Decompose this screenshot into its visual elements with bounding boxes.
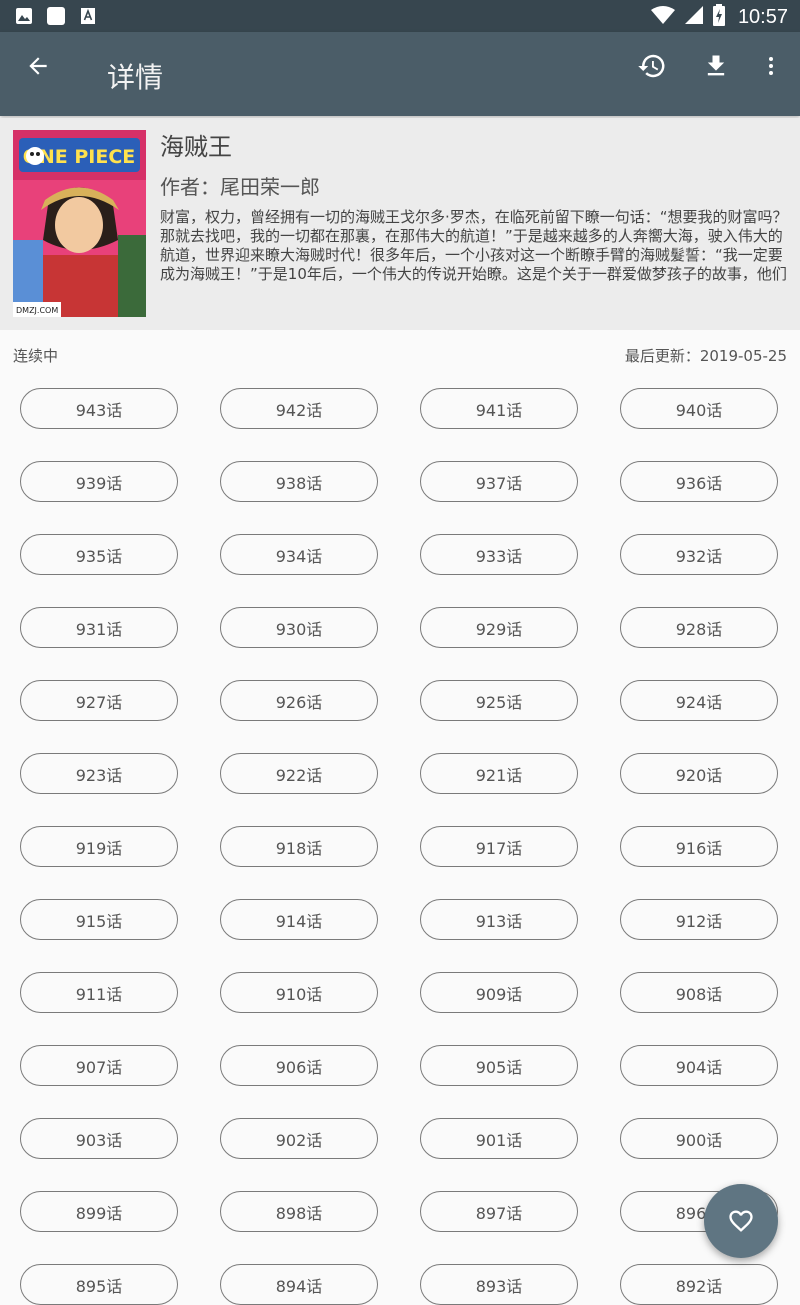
chapter-button[interactable]: 939话	[20, 461, 178, 502]
chapter-button[interactable]: 912话	[620, 899, 778, 940]
serial-status: 连续中	[13, 347, 59, 365]
chapter-button[interactable]: 906话	[220, 1045, 378, 1086]
back-button[interactable]	[18, 46, 58, 86]
chapter-button[interactable]: 927话	[20, 680, 178, 721]
chapter-button[interactable]: 894话	[220, 1264, 378, 1305]
chapter-button[interactable]: 931话	[20, 607, 178, 648]
download-button[interactable]	[696, 46, 736, 86]
chapter-button[interactable]: 898话	[220, 1191, 378, 1232]
chapter-button[interactable]: 913话	[420, 899, 578, 940]
chapter-button[interactable]: 941话	[420, 388, 578, 429]
chapter-button[interactable]: 929话	[420, 607, 578, 648]
signal-icon	[684, 5, 704, 30]
chapter-button[interactable]: 935话	[20, 534, 178, 575]
chapter-button[interactable]: 930话	[220, 607, 378, 648]
notification-icons	[14, 6, 98, 26]
comic-description: 财富，权力，曾经拥有一切的海贼王戈尔多·罗杰，在临死前留下瞭一句话：“想要我的财…	[160, 208, 788, 283]
chapter-button[interactable]: 921话	[420, 753, 578, 794]
chapter-button[interactable]: 905话	[420, 1045, 578, 1086]
chapter-button[interactable]: 919话	[20, 826, 178, 867]
chapter-button[interactable]: 899话	[20, 1191, 178, 1232]
chapter-button[interactable]: 936话	[620, 461, 778, 502]
chapter-button[interactable]: 897话	[420, 1191, 578, 1232]
cover-image[interactable]: ONE PIECE DMZJ.COM	[13, 130, 146, 317]
comic-info: 海贼王 作者：尾田荣一郎 财富，权力，曾经拥有一切的海贼王戈尔多·罗杰，在临死前…	[160, 132, 788, 284]
comic-author: 作者：尾田荣一郎	[160, 175, 320, 199]
chapter-button[interactable]: 938话	[220, 461, 378, 502]
chapter-button[interactable]: 924话	[620, 680, 778, 721]
heart-outline-icon	[729, 1210, 753, 1232]
chapter-button[interactable]: 909话	[420, 972, 578, 1013]
chapter-button[interactable]: 917话	[420, 826, 578, 867]
chapter-button[interactable]: 907话	[20, 1045, 178, 1086]
status-bar: 10:57	[0, 0, 800, 32]
favorite-fab[interactable]	[704, 1184, 778, 1258]
chapter-button[interactable]: 915话	[20, 899, 178, 940]
chapter-button[interactable]: 932话	[620, 534, 778, 575]
chapter-button[interactable]: 922话	[220, 753, 378, 794]
image-icon	[14, 6, 34, 26]
text-icon	[78, 6, 98, 26]
chapter-button[interactable]: 916话	[620, 826, 778, 867]
cover-watermark: DMZJ.COM	[16, 306, 58, 315]
chapter-button[interactable]: 892话	[620, 1264, 778, 1305]
battery-icon	[712, 4, 726, 31]
system-icons: 10:57	[650, 4, 788, 31]
comic-header: ONE PIECE DMZJ.COM 海贼王 作者：尾田荣一郎 财富，权力，曾经…	[0, 118, 800, 330]
chapter-button[interactable]: 903话	[20, 1118, 178, 1159]
sim-card-icon	[46, 6, 66, 26]
chapter-button[interactable]: 914话	[220, 899, 378, 940]
chapter-button[interactable]: 920话	[620, 753, 778, 794]
chapter-button[interactable]: 901话	[420, 1118, 578, 1159]
chapter-button[interactable]: 895话	[20, 1264, 178, 1305]
chapter-button[interactable]: 900话	[620, 1118, 778, 1159]
more-options-button[interactable]	[751, 46, 791, 86]
meta-row: 连续中 最后更新：2019-05-25	[0, 330, 800, 378]
download-icon	[707, 55, 725, 76]
more-vert-icon	[769, 57, 773, 75]
chapter-button[interactable]: 925话	[420, 680, 578, 721]
page-title: 详情	[107, 61, 164, 94]
app-bar: 详情	[0, 32, 800, 116]
chapter-button[interactable]: 928话	[620, 607, 778, 648]
history-icon	[638, 54, 665, 78]
chapter-button[interactable]: 893话	[420, 1264, 578, 1305]
clock: 10:57	[737, 6, 788, 28]
chapter-button[interactable]: 943话	[20, 388, 178, 429]
chapter-button[interactable]: 923话	[20, 753, 178, 794]
chapter-button[interactable]: 902话	[220, 1118, 378, 1159]
chapter-button[interactable]: 926话	[220, 680, 378, 721]
comic-title: 海贼王	[160, 133, 232, 161]
chapter-button[interactable]: 937话	[420, 461, 578, 502]
chapter-button[interactable]: 940话	[620, 388, 778, 429]
arrow-back-icon	[29, 57, 47, 75]
last-update: 最后更新：2019-05-25	[624, 347, 787, 365]
chapter-button[interactable]: 904话	[620, 1045, 778, 1086]
history-button[interactable]	[632, 46, 672, 86]
chapter-button[interactable]: 933话	[420, 534, 578, 575]
chapter-button[interactable]: 908话	[620, 972, 778, 1013]
chapter-button[interactable]: 918话	[220, 826, 378, 867]
chapter-button[interactable]: 934话	[220, 534, 378, 575]
chapter-button[interactable]: 910话	[220, 972, 378, 1013]
chapter-button[interactable]: 911话	[20, 972, 178, 1013]
wifi-icon	[650, 5, 676, 30]
chapter-button[interactable]: 942话	[220, 388, 378, 429]
